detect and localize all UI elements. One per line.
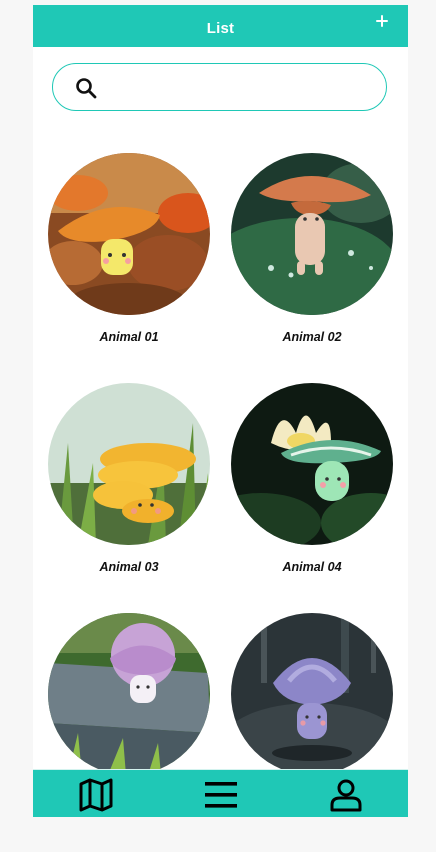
- profile-tab[interactable]: [328, 778, 364, 812]
- animal-card[interactable]: [231, 613, 393, 790]
- animal-image: [231, 383, 393, 545]
- animal-name: Animal 02: [282, 330, 342, 344]
- animal-card[interactable]: Animal 04: [231, 383, 393, 574]
- app-screen: List Animal 01 Animal 02 Animal 03 Anima…: [33, 5, 408, 817]
- animal-image: [48, 153, 210, 315]
- animal-image: [48, 383, 210, 545]
- menu-tab[interactable]: [203, 778, 239, 812]
- menu-icon: [205, 782, 237, 808]
- animal-card[interactable]: Animal 01: [48, 153, 210, 344]
- animal-card[interactable]: [48, 613, 210, 790]
- user-icon: [330, 779, 362, 812]
- animal-image: [231, 613, 393, 775]
- animal-grid: Animal 01 Animal 02 Animal 03 Animal 04: [33, 5, 408, 817]
- animal-card[interactable]: Animal 03: [48, 383, 210, 574]
- map-icon: [79, 778, 113, 812]
- map-tab[interactable]: [78, 778, 114, 812]
- animal-name: Animal 04: [282, 560, 342, 574]
- animal-card[interactable]: Animal 02: [231, 153, 393, 344]
- animal-name: Animal 01: [99, 330, 159, 344]
- bottom-tab-bar: [33, 769, 408, 817]
- animal-image: [48, 613, 210, 775]
- animal-name: Animal 03: [99, 560, 159, 574]
- animal-image: [231, 153, 393, 315]
